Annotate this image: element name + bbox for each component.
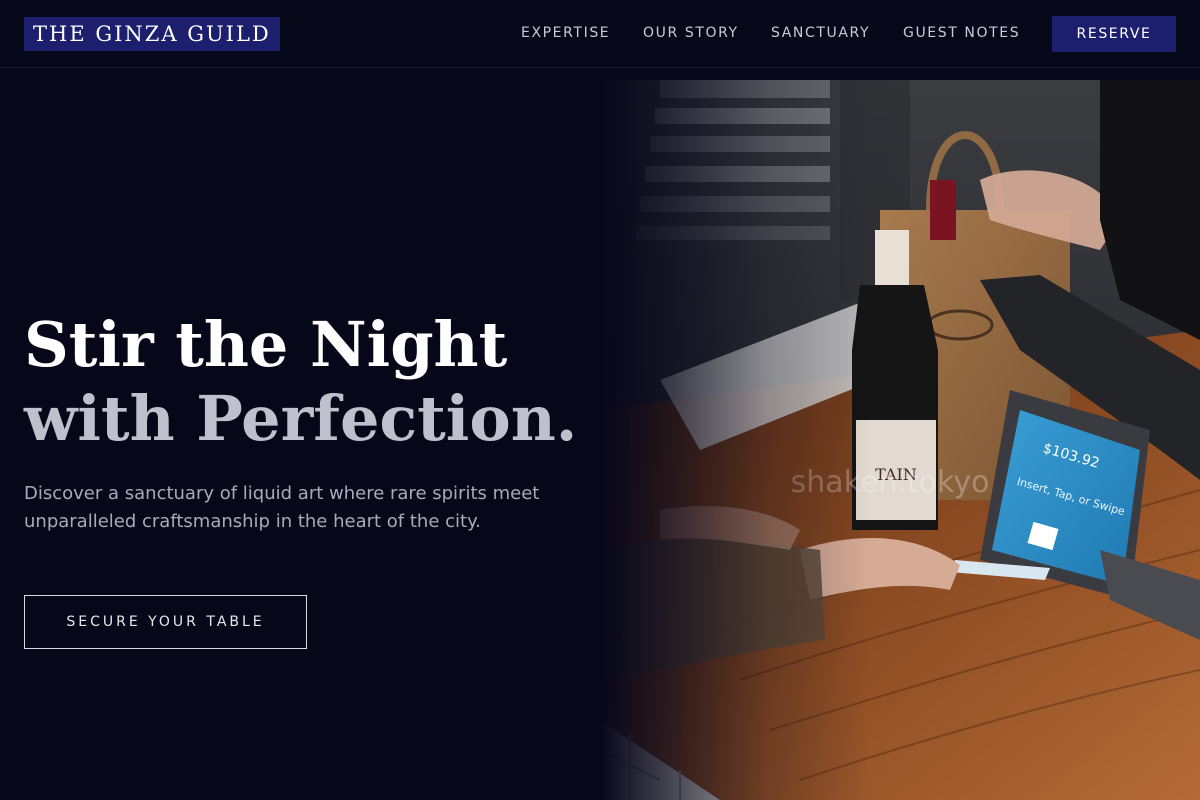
hero-title-line1: Stir the Night bbox=[24, 308, 508, 381]
watermark-text: shaken.tokyo bbox=[791, 465, 990, 500]
reserve-button[interactable]: RESERVE bbox=[1052, 16, 1176, 52]
nav-link-guest-notes[interactable]: GUEST NOTES bbox=[903, 24, 1020, 42]
hero-photo: TAIN $103.92 Insert, Tap, or Swipe shake… bbox=[600, 80, 1200, 800]
nav-link-expertise[interactable]: EXPERTISE bbox=[521, 24, 610, 42]
nav-link-sanctuary[interactable]: SANCTUARY bbox=[771, 24, 870, 42]
bar-counter-illustration: TAIN $103.92 Insert, Tap, or Swipe shake… bbox=[600, 80, 1200, 800]
secure-table-button[interactable]: SECURE YOUR TABLE bbox=[24, 595, 307, 649]
hero-title-line2: with Perfection. bbox=[24, 382, 578, 455]
nav-link-our-story[interactable]: OUR STORY bbox=[643, 24, 739, 42]
hero-description: Discover a sanctuary of liquid art where… bbox=[24, 483, 540, 532]
hero-title: Stir the Night with Perfection. bbox=[24, 308, 584, 456]
top-navigation: THE GINZA GUILD EXPERTISE OUR STORY SANC… bbox=[0, 0, 1200, 68]
brand-logo[interactable]: THE GINZA GUILD bbox=[24, 17, 280, 51]
